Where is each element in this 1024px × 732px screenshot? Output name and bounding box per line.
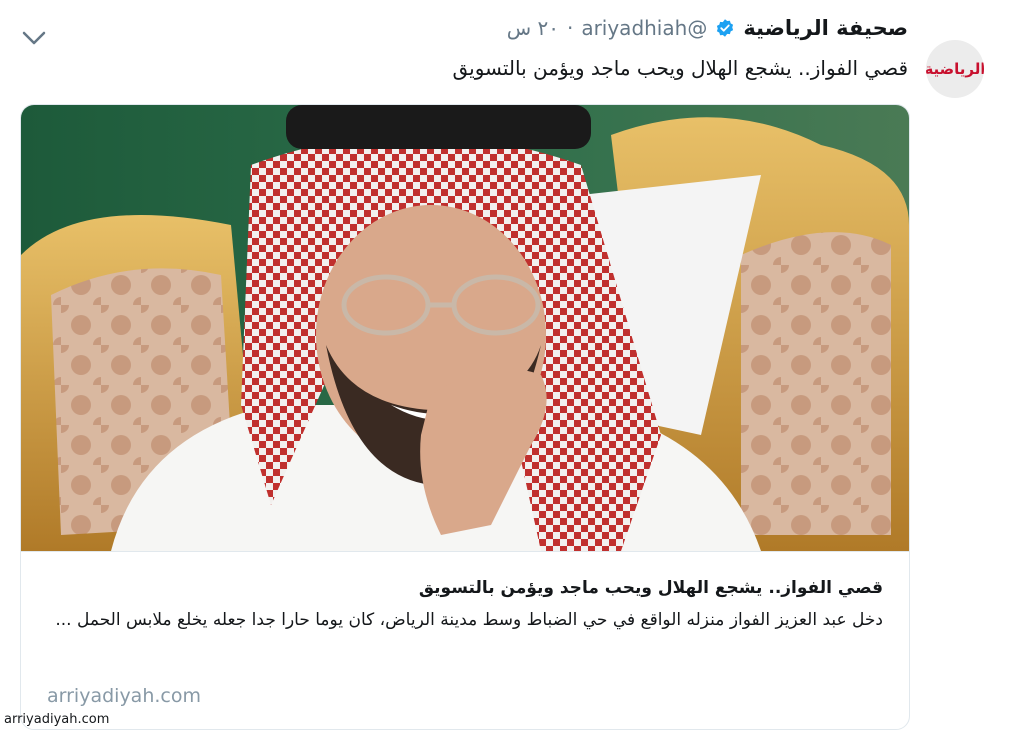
display-name[interactable]: صحيفة الرياضية — [743, 16, 908, 40]
avatar-logo-text: الرياضية — [926, 60, 984, 78]
tweet[interactable]: الرياضية صحيفة الرياضية @ariyadhiah · ٢٠… — [0, 0, 1024, 732]
chevron-down-icon[interactable] — [18, 24, 50, 52]
card-photo — [21, 105, 909, 551]
card-domain: arriyadiyah.com — [47, 685, 201, 707]
link-card[interactable]: قصي الفواز.. يشجع الهلال ويحب ماجد ويؤمن… — [20, 104, 910, 730]
tweet-header: صحيفة الرياضية @ariyadhiah · ٢٠ س — [507, 16, 908, 40]
handle[interactable]: @ariyadhiah — [581, 16, 707, 40]
watermark: arriyadiyah.com — [4, 712, 110, 727]
timestamp[interactable]: ٢٠ س — [507, 16, 559, 40]
avatar[interactable]: الرياضية — [926, 40, 984, 98]
card-text-area: قصي الفواز.. يشجع الهلال ويحب ماجد ويؤمن… — [21, 551, 909, 729]
card-description: دخل عبد العزيز الفواز منزله الواقع في حي… — [55, 610, 883, 630]
verified-badge-icon — [717, 19, 734, 37]
separator-dot: · — [566, 16, 574, 40]
tweet-text: قصي الفواز.. يشجع الهلال ويحب ماجد ويؤمن… — [452, 56, 908, 80]
card-title: قصي الفواز.. يشجع الهلال ويحب ماجد ويؤمن… — [418, 578, 883, 598]
